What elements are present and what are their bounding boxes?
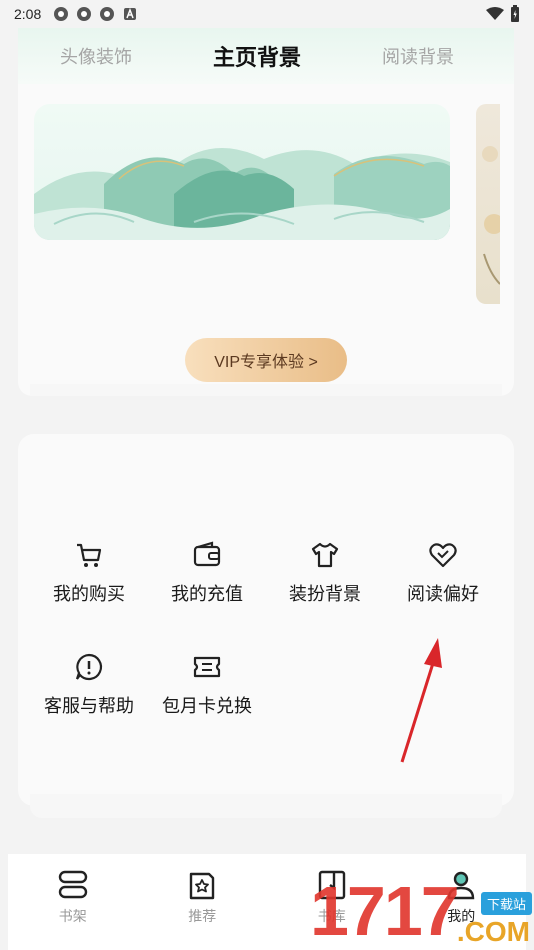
nav-recommend[interactable]: 推荐 xyxy=(138,868,268,950)
menu-item-label: 客服与帮助 xyxy=(44,696,134,717)
notification-icon xyxy=(54,7,69,21)
nav-label: 推荐 xyxy=(188,909,217,925)
menu-item-label: 包月卡兑换 xyxy=(162,696,252,717)
menu-item-label: 阅读偏好 xyxy=(407,584,479,605)
next-background-preview[interactable] xyxy=(476,104,500,304)
card-shadow xyxy=(30,794,502,818)
status-time: 2:08 xyxy=(14,6,42,22)
ticket-icon xyxy=(193,656,221,678)
watermark-tag: 下载站 xyxy=(480,892,532,915)
flower-image xyxy=(482,146,500,285)
notification-icon xyxy=(100,7,115,21)
decoration-tabs: 头像装饰 主页背景 阅读背景 xyxy=(18,28,514,84)
a-badge-icon xyxy=(124,7,137,20)
watermark-digits: 1717 xyxy=(310,872,460,950)
tab-reading-background[interactable]: 阅读背景 xyxy=(382,43,454,69)
watermark-suffix: .COM xyxy=(456,916,530,947)
tab-avatar-decoration[interactable]: 头像装饰 xyxy=(60,43,132,69)
heart-icon xyxy=(429,543,457,568)
cart-icon xyxy=(77,543,102,567)
menu-item-label: 我的购买 xyxy=(53,584,125,605)
menu-customer-service[interactable]: 客服与帮助 xyxy=(30,634,148,746)
menu-reading-preference[interactable]: 阅读偏好 xyxy=(384,522,502,634)
tshirt-icon xyxy=(311,542,339,568)
star-book-icon xyxy=(190,872,215,900)
menu-monthly-card-redeem[interactable]: 包月卡兑换 xyxy=(148,634,266,746)
battery-icon xyxy=(511,5,519,22)
nav-bookshelf[interactable]: 书架 xyxy=(8,868,138,950)
decoration-card: 头像装饰 主页背景 阅读背景 VIP专享体验 > xyxy=(18,28,514,396)
menu-item-label: 我的充值 xyxy=(171,584,243,605)
status-bar: 2:08 xyxy=(0,0,534,28)
card-shadow xyxy=(30,384,502,396)
watermark-logo: 1717 下载站 .COM xyxy=(310,876,534,950)
vip-experience-button[interactable]: VIP专享体验 > xyxy=(185,338,347,382)
bookshelf-icon xyxy=(58,870,87,899)
wallet-icon xyxy=(193,541,221,567)
annotation-arrow xyxy=(400,638,442,763)
chat-alert-icon xyxy=(75,653,103,681)
nav-label: 书架 xyxy=(58,909,87,925)
background-preview-banner[interactable] xyxy=(34,104,450,240)
tab-home-background[interactable]: 主页背景 xyxy=(213,40,301,72)
menu-my-recharge[interactable]: 我的充值 xyxy=(148,522,266,634)
menu-item-label: 装扮背景 xyxy=(289,584,361,605)
landscape-image xyxy=(34,148,450,240)
notification-icon xyxy=(77,7,92,21)
wifi-icon xyxy=(486,7,504,20)
menu-dress-up-background[interactable]: 装扮背景 xyxy=(266,522,384,634)
menu-my-purchases[interactable]: 我的购买 xyxy=(30,522,148,634)
